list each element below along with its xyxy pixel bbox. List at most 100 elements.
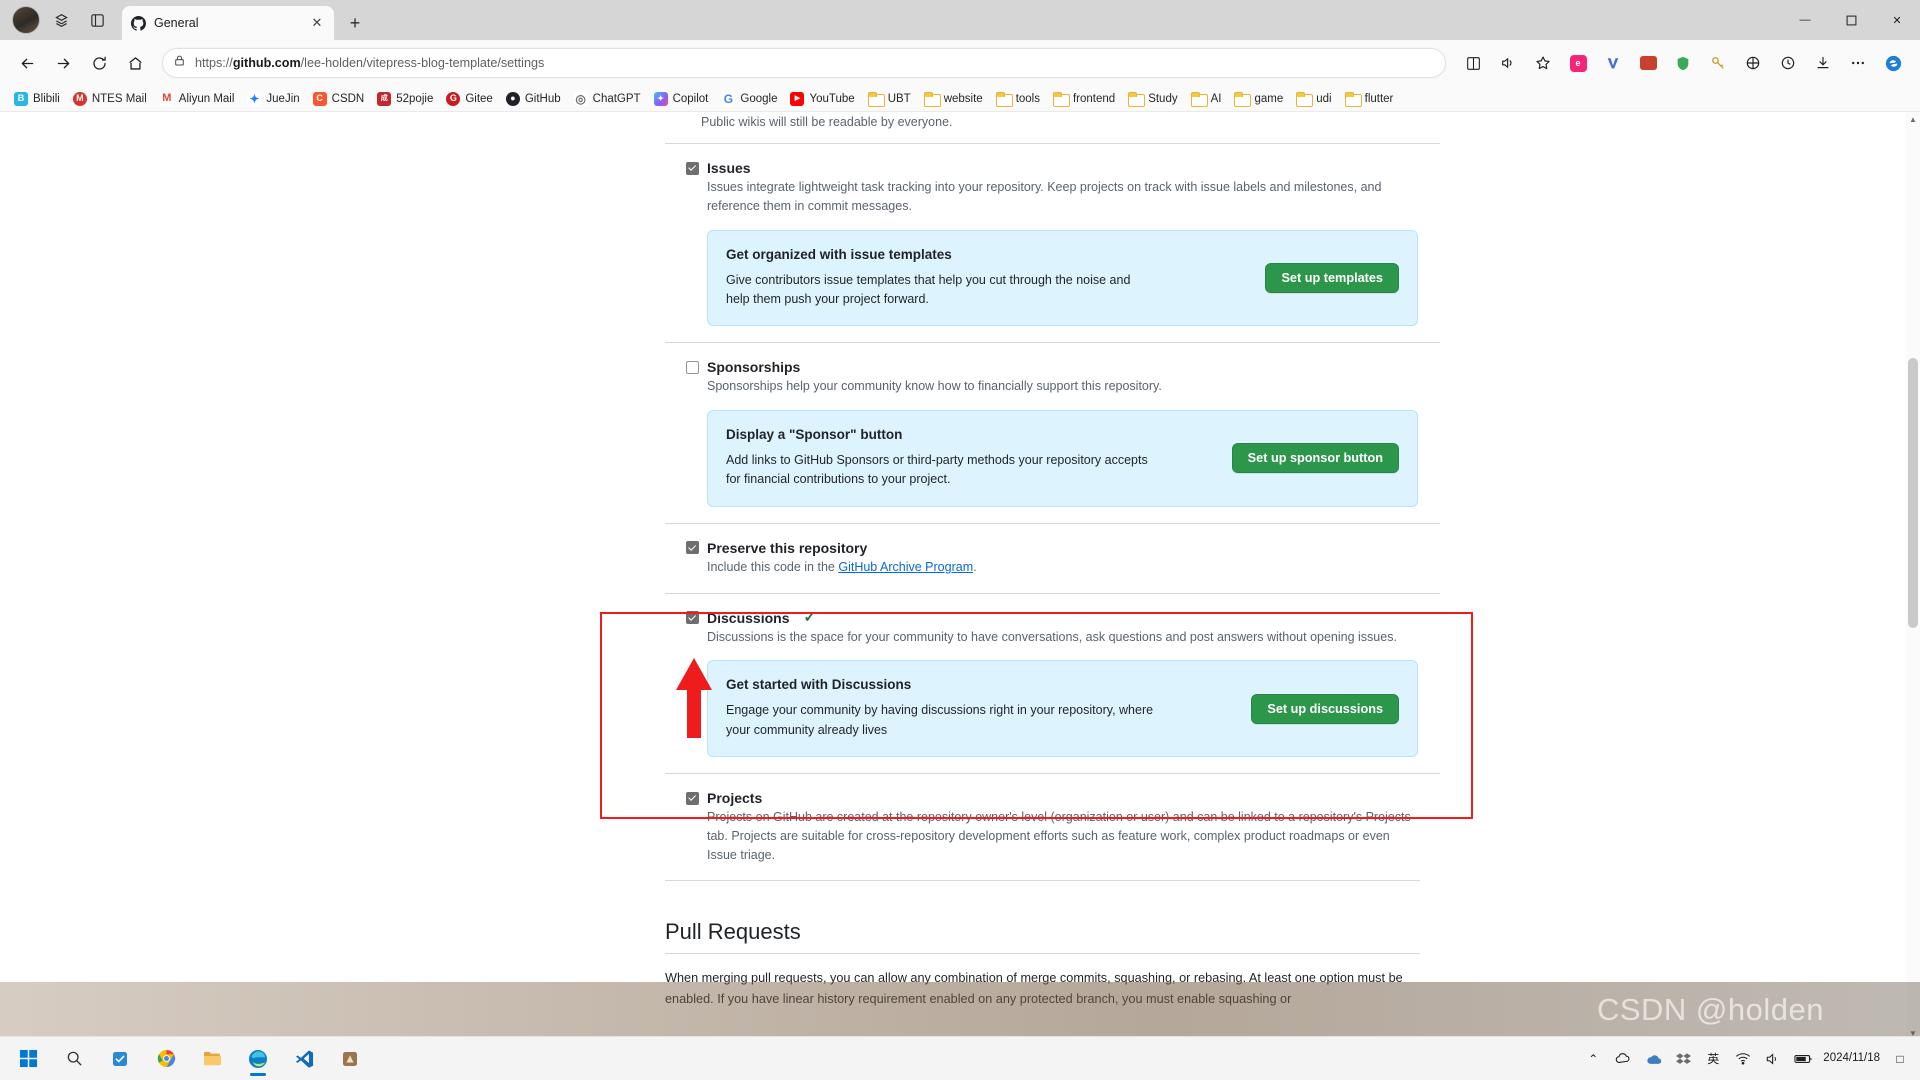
battery-icon[interactable] xyxy=(1793,1048,1813,1070)
discussions-checkbox-row[interactable]: Discussions ✓ xyxy=(665,610,1440,626)
set-up-discussions-button[interactable]: Set up discussions xyxy=(1251,693,1399,724)
copilot-icon[interactable] xyxy=(1876,46,1910,80)
back-arrow-icon[interactable] xyxy=(10,46,44,80)
volume-icon[interactable] xyxy=(1763,1048,1783,1070)
tab-close-icon[interactable]: ✕ xyxy=(308,14,326,32)
bookmark-juejin[interactable]: ✦ JueJin xyxy=(241,90,305,108)
taskbar-clock[interactable]: 2024/11/18 xyxy=(1823,1051,1880,1067)
vscode-icon[interactable] xyxy=(284,1041,324,1077)
home-icon[interactable] xyxy=(118,46,152,80)
todo-icon[interactable] xyxy=(100,1041,140,1077)
downloads-icon[interactable] xyxy=(1806,46,1840,80)
netease-mail-icon: M xyxy=(72,91,87,106)
bookmark-label: Study xyxy=(1148,92,1178,105)
cloud-icon[interactable] xyxy=(1613,1048,1633,1070)
vertical-tabs-icon[interactable] xyxy=(82,5,112,35)
preserve-repository-description: Include this code in the GitHub Archive … xyxy=(665,558,1440,577)
bookmark-folder-website[interactable]: website xyxy=(918,90,989,107)
preserve-repository-checkbox[interactable] xyxy=(686,541,699,555)
bookmark-folder-ubt[interactable]: UBT xyxy=(862,90,917,107)
split-screen-icon[interactable] xyxy=(1456,46,1490,80)
discussions-promo-text: Get started with Discussions Engage your… xyxy=(726,677,1235,740)
csdn-watermark: CSDN @holden xyxy=(1596,992,1824,1027)
projects-label: Projects xyxy=(707,790,763,806)
github-archive-program-link[interactable]: GitHub Archive Program xyxy=(838,560,973,574)
bookmark-ntes-mail[interactable]: M NTES Mail xyxy=(67,90,153,108)
discussions-promo-card: Get started with Discussions Engage your… xyxy=(707,660,1418,757)
dropbox-icon[interactable] xyxy=(1673,1048,1693,1070)
key-icon[interactable] xyxy=(1701,46,1735,80)
onedrive-icon[interactable] xyxy=(1643,1048,1663,1070)
ime-language-indicator[interactable]: 英 xyxy=(1703,1048,1723,1070)
bookmark-folder-udi[interactable]: udi xyxy=(1290,90,1337,107)
sponsorships-checkbox-row[interactable]: Sponsorships xyxy=(665,359,1440,375)
bookmark-label: AI xyxy=(1210,92,1222,105)
set-up-templates-button[interactable]: Set up templates xyxy=(1265,262,1399,293)
sponsorships-promo-text: Display a "Sponsor" button Add links to … xyxy=(726,427,1216,490)
shield-icon[interactable] xyxy=(1666,46,1700,80)
app-icon[interactable] xyxy=(330,1041,370,1077)
bookmark-folder-study[interactable]: Study xyxy=(1122,90,1183,107)
projects-checkbox-row[interactable]: Projects xyxy=(665,790,1440,806)
browser-tab-general[interactable]: General ✕ xyxy=(122,6,334,40)
preserve-desc-suffix: . xyxy=(973,559,977,574)
feature-block-issues: Issues Issues integrate lightweight task… xyxy=(665,143,1440,342)
settings-more-icon[interactable] xyxy=(1841,46,1875,80)
address-bar[interactable]: https://github.com/lee-holden/vitepress-… xyxy=(162,48,1446,78)
discussions-checkbox[interactable] xyxy=(686,611,699,624)
bookmark-youtube[interactable]: ▶ YouTube xyxy=(784,90,860,108)
history-icon[interactable] xyxy=(1771,46,1805,80)
bookmark-folder-game[interactable]: game xyxy=(1228,90,1289,107)
search-icon[interactable] xyxy=(54,1041,94,1077)
bookmark-aliyun-mail[interactable]: M Aliyun Mail xyxy=(154,90,241,108)
bookmark-folder-tools[interactable]: tools xyxy=(990,90,1046,107)
bookmark-google[interactable]: G Google xyxy=(715,90,783,108)
chrome-icon[interactable] xyxy=(146,1041,186,1077)
minimize-button[interactable]: — xyxy=(1782,0,1828,40)
bookmark-csdn[interactable]: C CSDN xyxy=(307,90,371,108)
bookmark-label: ChatGPT xyxy=(592,92,641,105)
set-up-sponsor-button[interactable]: Set up sponsor button xyxy=(1231,443,1399,474)
tray-chevron-up-icon[interactable]: ⌃ xyxy=(1583,1048,1603,1070)
tab-groups-icon[interactable] xyxy=(46,5,76,35)
bookmark-github[interactable]: ● GitHub xyxy=(500,90,567,108)
forward-arrow-icon[interactable] xyxy=(46,46,80,80)
preserve-checkbox-row[interactable]: Preserve this repository xyxy=(665,540,1440,556)
url-text: https://github.com/lee-holden/vitepress-… xyxy=(195,56,545,70)
file-explorer-icon[interactable] xyxy=(192,1041,232,1077)
bookmark-chatgpt[interactable]: ◎ ChatGPT xyxy=(568,90,647,108)
notifications-icon[interactable]: □ xyxy=(1890,1048,1910,1070)
sponsorships-checkbox[interactable] xyxy=(686,360,699,374)
issues-promo-text: Get organized with issue templates Give … xyxy=(726,247,1249,310)
page-scrollbar[interactable]: ▲ ▼ xyxy=(1906,112,1920,1040)
wallet-icon[interactable] xyxy=(1631,46,1665,80)
scroll-up-arrow[interactable]: ▲ xyxy=(1906,112,1920,126)
bookmark-copilot[interactable]: ✦ Copilot xyxy=(648,90,715,108)
v-icon[interactable] xyxy=(1596,46,1630,80)
close-button[interactable]: ✕ xyxy=(1874,0,1920,40)
profile-avatar[interactable] xyxy=(12,6,40,34)
discussions-promo-body: Engage your community by having discussi… xyxy=(726,703,1154,737)
start-windows-icon[interactable] xyxy=(8,1041,48,1077)
bookmark-folder-ai[interactable]: AI xyxy=(1185,90,1228,107)
bookmark-52pojie[interactable]: 成 52pojie xyxy=(371,90,439,108)
projects-checkbox[interactable] xyxy=(686,791,699,805)
issues-checkbox-row[interactable]: Issues xyxy=(665,160,1440,176)
bookmark-folder-frontend[interactable]: frontend xyxy=(1047,90,1121,107)
issues-checkbox[interactable] xyxy=(686,161,699,175)
reload-icon[interactable] xyxy=(82,46,116,80)
bookmark-blibili[interactable]: B Blibili xyxy=(8,90,66,108)
read-aloud-icon[interactable] xyxy=(1491,46,1525,80)
bookmark-gitee[interactable]: G Gitee xyxy=(440,90,499,108)
maximize-button[interactable] xyxy=(1828,0,1874,40)
aliyun-mail-icon: M xyxy=(159,91,174,106)
new-tab-button[interactable]: + xyxy=(342,10,368,36)
extension-pink-icon[interactable]: e xyxy=(1561,46,1595,80)
favorite-star-icon[interactable] xyxy=(1526,46,1560,80)
scrollbar-thumb[interactable] xyxy=(1908,358,1918,628)
network-icon[interactable] xyxy=(1733,1048,1753,1070)
browser-essentials-icon[interactable] xyxy=(1736,46,1770,80)
edge-icon[interactable] xyxy=(238,1041,278,1077)
bookmark-folder-flutter[interactable]: flutter xyxy=(1339,90,1400,107)
youtube-icon: ▶ xyxy=(790,91,805,106)
